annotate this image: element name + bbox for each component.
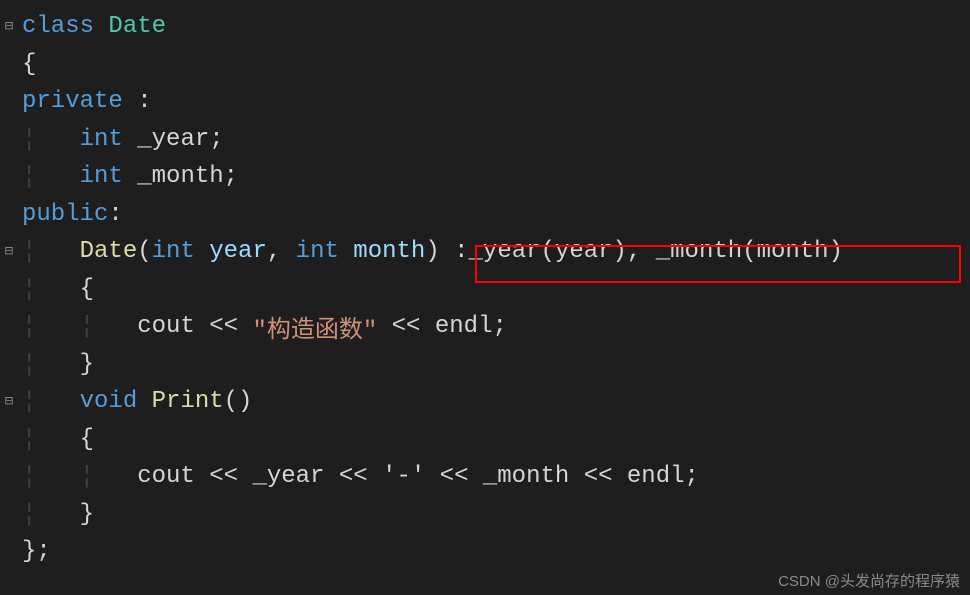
code-line: class Date xyxy=(22,8,970,46)
code-line: ¦ ¦ cout << "构造函数" << endl; xyxy=(22,308,970,346)
code-line: ¦ { xyxy=(22,421,970,459)
code-line: ¦ ¦ cout << _year << '-' << _month << en… xyxy=(22,458,970,496)
code-line: private : xyxy=(22,83,970,121)
fold-icon[interactable]: ⊟ xyxy=(0,8,18,46)
init-list-highlight: :_year(year), _month(month) xyxy=(440,238,843,265)
code-line: ¦ void Print() xyxy=(22,383,970,421)
code-line: ¦ } xyxy=(22,496,970,534)
code-line: }; xyxy=(22,533,970,571)
code-editor: ⊟ ⊟ ⊟ class Date { private : ¦ int _year… xyxy=(0,0,970,595)
code-line: ¦ } xyxy=(22,346,970,384)
watermark-text: CSDN @头发尚存的程序猿 xyxy=(778,570,960,591)
code-line: ¦ { xyxy=(22,271,970,309)
code-area[interactable]: class Date { private : ¦ int _year; ¦ in… xyxy=(18,0,970,595)
fold-icon[interactable]: ⊟ xyxy=(0,383,18,421)
code-line: public: xyxy=(22,196,970,234)
code-line: ¦ int _year; xyxy=(22,121,970,159)
code-line: ¦ Date(int year, int month) :_year(year)… xyxy=(22,233,970,271)
code-line: { xyxy=(22,46,970,84)
code-line: ¦ int _month; xyxy=(22,158,970,196)
fold-icon[interactable]: ⊟ xyxy=(0,233,18,271)
fold-gutter: ⊟ ⊟ ⊟ xyxy=(0,0,18,595)
